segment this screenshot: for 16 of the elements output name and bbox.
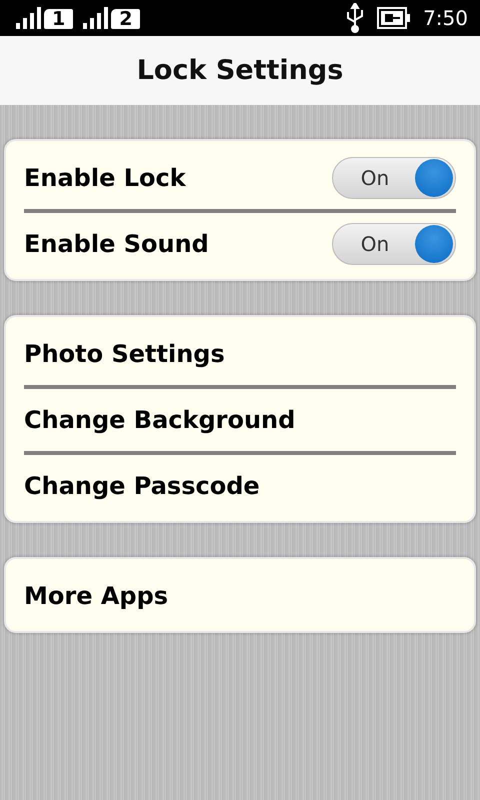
setting-label[interactable]: Change Background xyxy=(24,406,296,434)
setting-label[interactable]: Change Passcode xyxy=(24,472,260,500)
screen-title: Lock Settings xyxy=(136,55,344,86)
setting-label: Enable Lock xyxy=(24,164,186,192)
signal-icon xyxy=(16,7,42,29)
toggle-switch[interactable]: On xyxy=(332,223,456,265)
signal-icon xyxy=(83,7,110,29)
setting-label[interactable]: More Apps xyxy=(24,582,168,610)
toggle-switch[interactable]: On xyxy=(332,157,456,199)
sim-badge: 2 xyxy=(111,9,140,29)
battery-charging-icon xyxy=(377,7,412,29)
sim-badge: 1 xyxy=(44,9,74,29)
setting-label[interactable]: Photo Settings xyxy=(24,340,225,368)
usb-icon xyxy=(345,3,366,33)
setting-label: Enable Sound xyxy=(24,230,209,258)
clock: 7:50 xyxy=(423,6,468,30)
